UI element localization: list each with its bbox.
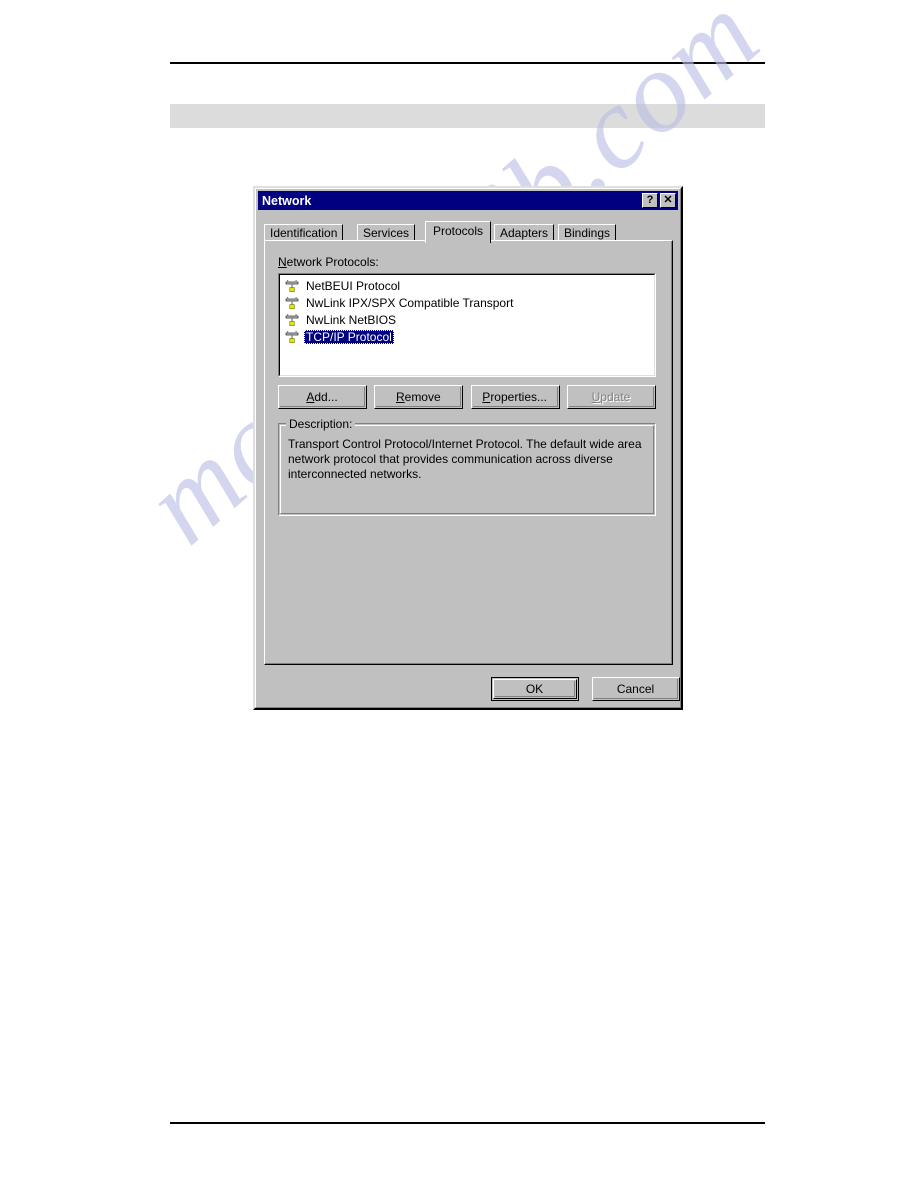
list-item[interactable]: NwLink NetBIOS	[281, 311, 653, 328]
cancel-button[interactable]: Cancel	[592, 677, 680, 701]
tab-services[interactable]: Services	[357, 224, 416, 241]
section-heading-band	[170, 104, 765, 128]
tab-protocols[interactable]: Protocols	[425, 221, 492, 243]
list-item-label: NetBEUI Protocol	[306, 278, 401, 293]
list-item-label: NwLink NetBIOS	[306, 312, 397, 327]
label-accelerator: N	[278, 255, 287, 269]
remove-button[interactable]: Remove	[374, 385, 464, 409]
remove-button-accelerator: R	[395, 389, 405, 404]
list-item[interactable]: NwLink IPX/SPX Compatible Transport	[281, 294, 653, 311]
update-button-label: pdate	[600, 389, 631, 404]
dialog-titlebar[interactable]: Network ? ✕	[258, 191, 678, 210]
header-rule	[170, 62, 765, 64]
tab-identification[interactable]: Identification	[264, 224, 344, 241]
footer-rule	[170, 1122, 765, 1124]
listbox-bevel: NetBEUI Protocol NwLink IPX/SPX Compatib…	[279, 274, 655, 376]
tab-bindings[interactable]: Bindings	[558, 224, 617, 241]
protocol-icon	[285, 313, 299, 326]
remove-button-label: emove	[404, 389, 441, 404]
dialog-title: Network	[262, 193, 312, 208]
close-icon[interactable]: ✕	[660, 193, 676, 208]
tab-page-protocols: Network Protocols: NetBEUI Protocol NwLi…	[264, 240, 673, 665]
update-button: Update	[566, 385, 656, 409]
properties-button[interactable]: Properties...	[470, 385, 560, 409]
add-button[interactable]: Add...	[278, 385, 367, 409]
list-item-selected[interactable]: TCP/IP Protocol	[281, 328, 653, 345]
ok-button[interactable]: OK	[491, 677, 579, 701]
protocol-icon	[285, 279, 299, 292]
list-item-label: NwLink IPX/SPX Compatible Transport	[306, 295, 514, 310]
document-page: manualslib.com Network ? ✕ Identificatio…	[0, 0, 918, 1188]
add-button-label: dd...	[314, 389, 338, 404]
list-item-label: TCP/IP Protocol	[304, 329, 394, 344]
cancel-button-label: Cancel	[594, 679, 678, 699]
description-text: Transport Control Protocol/Internet Prot…	[288, 437, 642, 481]
description-groupbox: Description: Transport Control Protocol/…	[278, 417, 656, 516]
properties-button-accelerator: P	[482, 389, 491, 404]
list-item[interactable]: NetBEUI Protocol	[281, 277, 653, 294]
add-button-accelerator: A	[306, 389, 315, 404]
dialog-button-bar: OK Cancel	[491, 677, 680, 701]
titlebar-button-group: ? ✕	[642, 193, 678, 208]
update-button-accelerator: U	[591, 389, 601, 404]
help-icon[interactable]: ?	[642, 193, 658, 208]
protocol-icon	[285, 296, 299, 309]
protocol-icon	[285, 330, 299, 343]
network-protocols-label: Network Protocols:	[278, 255, 379, 269]
protocol-listbox[interactable]: NetBEUI Protocol NwLink IPX/SPX Compatib…	[278, 273, 656, 377]
tabstrip: Identification Services Protocols Adapte…	[264, 221, 672, 243]
ok-button-label: OK	[495, 681, 575, 697]
tab-adapters[interactable]: Adapters	[494, 224, 555, 241]
label-rest: etwork Protocols:	[286, 255, 379, 269]
network-dialog: Network ? ✕ Identification Services Prot…	[253, 186, 683, 710]
properties-button-label: roperties...	[490, 389, 548, 404]
description-title: Description:	[286, 417, 356, 431]
protocol-action-buttons: Add... Remove Properties... Update	[278, 385, 656, 409]
